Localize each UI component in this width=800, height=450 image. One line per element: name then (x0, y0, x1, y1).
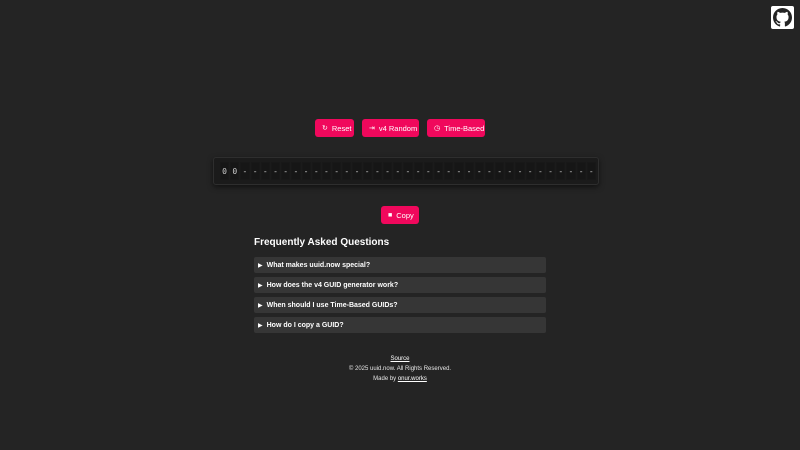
guid-char-cell: - (413, 162, 423, 180)
faq-question: What makes uuid.now special? (266, 261, 371, 269)
triangle-right-icon: ▶ (258, 282, 263, 289)
triangle-right-icon: ▶ (258, 322, 263, 329)
guid-char-cell: - (576, 162, 586, 180)
guid-char-cell: - (546, 162, 556, 180)
guid-char-cell: - (321, 162, 332, 180)
guid-char-cell: - (332, 162, 342, 180)
guid-char-cell: - (515, 162, 525, 180)
guid-char-cell: - (525, 162, 535, 180)
copy-wrap: ■ Copy (0, 206, 800, 224)
guid-char-cell: - (372, 162, 382, 180)
guid-char-cell: - (393, 162, 403, 180)
shuffle-icon: ⇥ (369, 124, 375, 132)
faq-item[interactable]: ▶ What makes uuid.now special? (254, 257, 546, 273)
v4-random-label: v4 Random (378, 123, 418, 133)
guid-char-cell: - (566, 162, 576, 180)
guid-char-cell: - (535, 162, 545, 180)
author-link[interactable]: onur.works (398, 376, 427, 382)
guid-char-cell: - (403, 162, 413, 180)
guid-char-cell: - (250, 162, 260, 180)
guid-char-cell: - (240, 162, 250, 180)
guid-char-cell: - (495, 162, 505, 180)
guid-char-cell: 0 (220, 162, 230, 180)
made-by-prefix: Made by (373, 376, 398, 382)
reset-label: Reset (331, 123, 352, 133)
guid-char-cell: - (342, 162, 352, 180)
time-based-label: Time-Based (444, 123, 485, 133)
faq-item[interactable]: ▶ How do I copy a GUID? (254, 317, 546, 333)
copy-button[interactable]: ■ Copy (381, 206, 419, 224)
faq-question: How does the v4 GUID generator work? (266, 281, 399, 289)
copyright-text: © 2025 uuid.now. All Rights Reserved. (348, 366, 452, 372)
guid-controls: ↻ Reset ⇥ v4 Random ◷ Time-Based (0, 119, 800, 137)
page: ↻ Reset ⇥ v4 Random ◷ Time-Based 00-----… (0, 0, 800, 450)
guid-char-cell: - (474, 162, 484, 180)
guid-char-cell: - (291, 162, 301, 180)
clock-icon: ◷ (434, 124, 441, 132)
guid-char-cell: - (383, 162, 393, 180)
copy-label: Copy (396, 210, 414, 220)
guid-char-cell: - (433, 162, 444, 180)
faq-title: Frequently Asked Questions (254, 237, 390, 248)
guid-char-cell: - (556, 162, 566, 180)
faq-question: How do I copy a GUID? (266, 321, 344, 329)
clipboard-icon: ■ (388, 211, 393, 219)
triangle-right-icon: ▶ (258, 302, 263, 309)
guid-char-cell: - (260, 162, 270, 180)
guid-char-cell: - (464, 162, 474, 180)
faq-item[interactable]: ▶ When should I use Time-Based GUIDs? (254, 297, 546, 313)
faq-item[interactable]: ▶ How does the v4 GUID generator work? (254, 277, 546, 293)
github-link[interactable] (771, 6, 794, 29)
guid-char-cell: - (301, 162, 311, 180)
guid-char-cell: - (484, 162, 495, 180)
guid-char-cell: - (505, 162, 515, 180)
source-link[interactable]: Source (390, 356, 409, 362)
made-by-line: Made by onur.works (0, 374, 800, 384)
v4-random-button[interactable]: ⇥ v4 Random (362, 119, 419, 137)
guid-char-cell: - (423, 162, 433, 180)
guid-char-cell: - (362, 162, 372, 180)
triangle-right-icon: ▶ (258, 262, 263, 269)
faq-section: Frequently Asked Questions ▶ What makes … (254, 237, 546, 337)
guid-char-cell: - (586, 162, 596, 180)
guid-char-cell: - (311, 162, 321, 180)
faq-question: When should I use Time-Based GUIDs? (266, 301, 398, 309)
footer: Source © 2025 uuid.now. All Rights Reser… (0, 354, 800, 384)
guid-char-cell: 0 (230, 162, 240, 180)
guid-char-cell: - (444, 162, 454, 180)
reset-button[interactable]: ↻ Reset (315, 119, 354, 137)
guid-display: 00----------------------------------- (213, 157, 599, 185)
github-icon (773, 8, 792, 27)
guid-char-cell: - (352, 162, 362, 180)
guid-char-cell: - (270, 162, 281, 180)
guid-char-cell: - (454, 162, 464, 180)
guid-char-cell: - (281, 162, 291, 180)
refresh-icon: ↻ (322, 124, 328, 132)
time-based-button[interactable]: ◷ Time-Based (427, 119, 485, 137)
